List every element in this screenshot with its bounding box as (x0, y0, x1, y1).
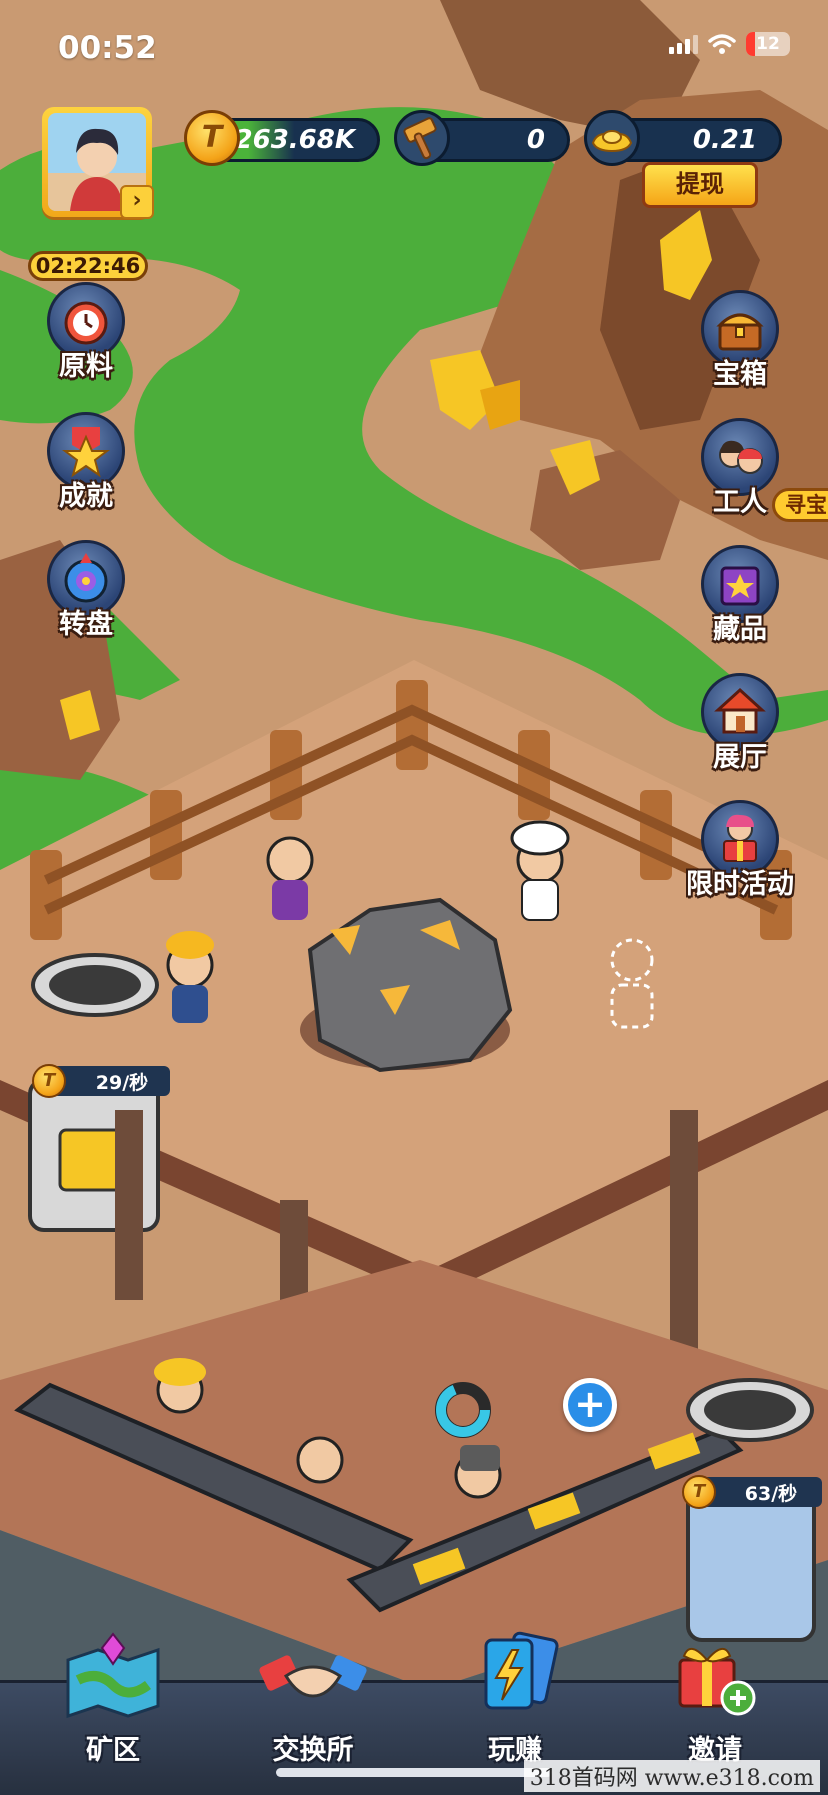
gold-ingot-icon (584, 110, 640, 166)
coin-icon: T (682, 1475, 716, 1509)
nav-invite[interactable]: 邀请 (640, 1630, 790, 1767)
lightning-cards-icon (460, 1630, 570, 1720)
achievement-button[interactable]: 成就 (38, 412, 134, 513)
treasure-hunt-tag[interactable]: 寻宝 (772, 488, 828, 522)
exhibition-hall-button[interactable]: 展厅 (692, 673, 788, 774)
status-icons: 12 (669, 32, 790, 56)
coin-icon: T (184, 110, 240, 166)
gift-plus-icon (660, 1630, 770, 1720)
achievement-label: 成就 (59, 481, 113, 512)
nav-play-earn[interactable]: 玩赚 (440, 1630, 590, 1767)
nav-mine-area-label: 矿区 (86, 1735, 140, 1766)
collection-button[interactable]: 藏品 (692, 545, 788, 646)
lower-rate-badge: 63/秒 (700, 1477, 822, 1507)
exhibition-hall-label: 展厅 (713, 742, 767, 773)
nav-mine-area[interactable]: 矿区 (38, 1630, 188, 1767)
home-indicator[interactable] (276, 1768, 552, 1777)
withdraw-button[interactable]: 提现 (642, 162, 758, 208)
treasure-chest-button[interactable]: 宝箱 (692, 290, 788, 391)
battery-indicator: 12 (746, 32, 790, 56)
upper-rate-badge: 29/秒 (52, 1066, 170, 1096)
plus-icon: + (568, 1383, 612, 1427)
roulette-label: 转盘 (59, 609, 113, 640)
raw-material-timer: 02:22:46 (28, 251, 148, 281)
limited-event-button[interactable]: 限时活动 (680, 800, 800, 901)
wifi-icon (708, 34, 736, 54)
limited-event-label: 限时活动 (686, 869, 794, 900)
cellular-signal-icon (669, 34, 698, 54)
chevron-right-icon: › (120, 185, 154, 219)
raw-material-label: 原料 (59, 351, 113, 382)
nav-exchange[interactable]: 交换所 (238, 1630, 388, 1767)
status-time: 00:52 (58, 30, 157, 66)
raw-material-button[interactable]: 原料 (38, 282, 134, 383)
add-worker-button[interactable]: + (563, 1378, 617, 1432)
nav-exchange-label: 交换所 (272, 1735, 354, 1766)
handshake-icon (258, 1630, 368, 1720)
roulette-button[interactable]: 转盘 (38, 540, 134, 641)
map-icon (58, 1630, 168, 1720)
treasure-chest-label: 宝箱 (713, 359, 767, 390)
coin-icon: T (32, 1064, 66, 1098)
collection-label: 藏品 (713, 614, 767, 645)
watermark-text: 318首码网 www.e318.com (523, 1760, 820, 1792)
hammer-icon (394, 110, 450, 166)
player-avatar[interactable]: › (42, 107, 154, 219)
